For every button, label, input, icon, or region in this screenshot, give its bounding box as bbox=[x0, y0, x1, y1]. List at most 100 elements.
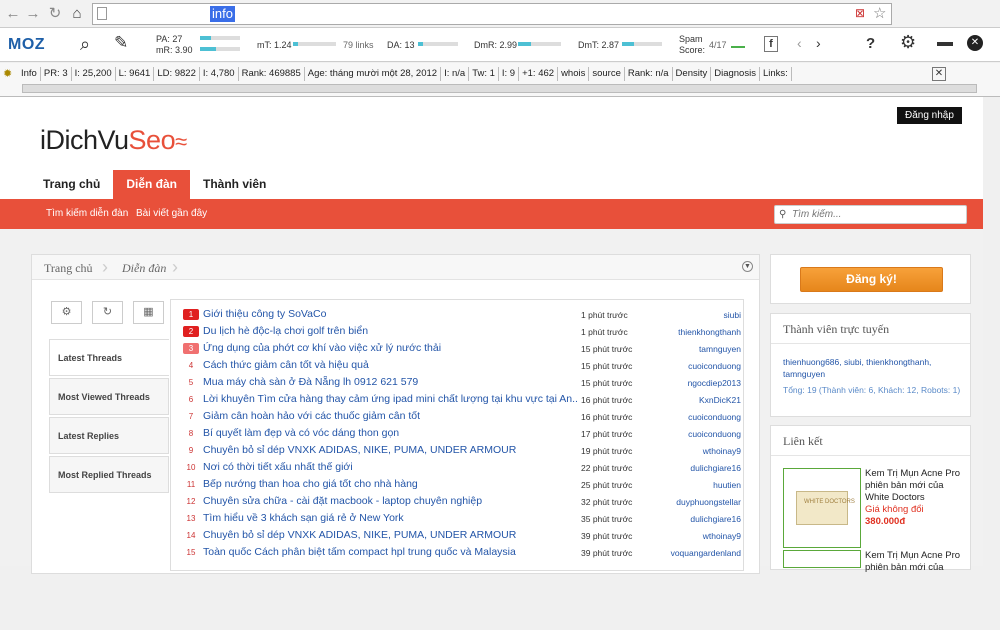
table-row[interactable]: 15 Toàn quốc Cách phân biệt tấm compact h… bbox=[171, 544, 745, 561]
signup-button[interactable]: Đăng ký! bbox=[800, 267, 943, 292]
search-page-icon[interactable]: ⌕ bbox=[80, 34, 90, 55]
address-bar[interactable]: info ⊠ ☆ bbox=[92, 3, 892, 25]
table-row[interactable]: 14 Chuyên bỏ sỉ dép VNXK ADIDAS, NIKE, PU… bbox=[171, 527, 745, 544]
online-users-list[interactable]: thienhuong686, siubi, thienkhongthanh, t… bbox=[783, 356, 963, 380]
seo-item[interactable]: I: n/a bbox=[441, 67, 470, 81]
seo-item[interactable]: PR: 3 bbox=[41, 67, 72, 81]
table-row[interactable]: 11 Bếp nướng than hoa cho giá tốt cho nhà… bbox=[171, 476, 745, 493]
vertical-scrollbar[interactable] bbox=[983, 97, 1000, 566]
ad-acne-pro[interactable]: WHITE DOCTORS Kem Trị Mụn Acne Pro phiên… bbox=[783, 468, 963, 548]
table-row[interactable]: 7 Giảm cân hoàn hảo với các thuốc giảm câ… bbox=[171, 408, 745, 425]
thread-user[interactable]: siubi bbox=[651, 310, 741, 320]
seo-item[interactable]: Info bbox=[18, 67, 41, 81]
thread-user[interactable]: duyphuongstellar bbox=[651, 497, 741, 507]
table-row[interactable]: 5 Mua máy chà sàn ở Đà Nẵng lh 0912 621 5… bbox=[171, 374, 745, 391]
breadcrumb-home[interactable]: Trang chủ bbox=[44, 261, 93, 276]
seo-item[interactable]: Diagnosis bbox=[711, 67, 760, 81]
thread-user[interactable]: voquangardenland bbox=[651, 548, 741, 558]
close-toolbar-icon[interactable]: ✕ bbox=[932, 67, 946, 81]
ad-image[interactable]: WHITE DOCTORS bbox=[783, 468, 861, 548]
facebook-icon[interactable]: f bbox=[764, 36, 778, 52]
seo-item[interactable]: whois bbox=[558, 67, 590, 81]
thread-user[interactable]: wthoinay9 bbox=[651, 531, 741, 541]
seo-item[interactable]: Tw: 1 bbox=[469, 67, 499, 81]
thread-user[interactable]: wthoinay9 bbox=[651, 446, 741, 456]
recent-posts-link[interactable]: Bài viết gần đây bbox=[136, 208, 207, 219]
close-icon[interactable]: ✕ bbox=[967, 35, 983, 51]
thread-user[interactable]: dulichgiare16 bbox=[651, 463, 741, 473]
url-text[interactable]: info bbox=[210, 6, 235, 22]
search-input[interactable] bbox=[792, 209, 962, 220]
seo-item[interactable]: L: 9641 bbox=[116, 67, 155, 81]
minimize-icon[interactable] bbox=[937, 42, 953, 46]
ad-title[interactable]: Kem Trị Mụn Acne Pro phiên bản mới của W… bbox=[865, 468, 965, 504]
table-row[interactable]: 10 Nơi có thời tiết xấu nhất thế giới 22 p… bbox=[171, 459, 745, 476]
ad-acne-pro-2[interactable]: Kem Trị Mụn Acne Pro phiên bản mới của bbox=[783, 550, 963, 630]
thread-title[interactable]: Ứng dụng của phớt cơ khí vào việc xử lý … bbox=[203, 342, 578, 354]
thread-user[interactable]: ngocdiep2013 bbox=[651, 378, 741, 388]
seo-item[interactable]: LD: 9822 bbox=[154, 67, 200, 81]
seo-item[interactable]: source bbox=[589, 67, 625, 81]
table-row[interactable]: 9 Chuyên bỏ sỉ dép VNXK ADIDAS, NIKE, PUM… bbox=[171, 442, 745, 459]
thread-title[interactable]: Bếp nướng than hoa cho giá tốt cho nhà h… bbox=[203, 478, 578, 490]
back-icon[interactable]: ← bbox=[4, 5, 22, 23]
table-row[interactable]: 2 Du lịch hè độc-lạ chơi golf trên biển 1 … bbox=[171, 323, 745, 340]
table-row[interactable]: 4 Cách thức giảm cân tốt và hiệu quả 15 ph… bbox=[171, 357, 745, 374]
seo-item[interactable]: Links: bbox=[760, 67, 792, 81]
tab-most-viewed-threads[interactable]: Most Viewed Threads bbox=[49, 378, 169, 415]
thread-title[interactable]: Lời khuyên Tìm cửa hàng thay cảm ứng ipa… bbox=[203, 393, 578, 405]
tab-latest-threads[interactable]: Latest Threads bbox=[49, 339, 169, 376]
thread-user[interactable]: KxnDicK21 bbox=[651, 395, 741, 405]
sun-icon[interactable]: ✹ bbox=[3, 67, 12, 80]
tab-members[interactable]: Thành viên bbox=[190, 170, 279, 199]
chevron-right-icon[interactable]: › bbox=[816, 35, 821, 51]
thread-title[interactable]: Tìm hiểu về 3 khách sạn giá rẻ ở New Yor… bbox=[203, 512, 578, 524]
table-row[interactable]: 12 Chuyên sửa chữa - cài đặt macbook - la… bbox=[171, 493, 745, 510]
thread-user[interactable]: cuoiconduong bbox=[651, 361, 741, 371]
seo-item[interactable]: Age: tháng mười một 28, 2012 bbox=[305, 67, 442, 81]
table-row[interactable]: 8 Bí quyết làm đẹp và có vóc dáng thon gọ… bbox=[171, 425, 745, 442]
thread-user[interactable]: cuoiconduong bbox=[651, 429, 741, 439]
thread-user[interactable]: tamnguyen bbox=[651, 344, 741, 354]
settings-button[interactable]: ⚙ bbox=[51, 301, 82, 324]
seo-item[interactable]: Density bbox=[673, 67, 712, 81]
search-box[interactable]: ⚲ bbox=[774, 205, 967, 224]
search-forum-link[interactable]: Tìm kiếm diễn đàn bbox=[46, 208, 128, 219]
ad-image[interactable] bbox=[783, 550, 861, 568]
layout-button[interactable]: ▦ bbox=[133, 301, 164, 324]
thread-title[interactable]: Giảm cân hoàn hảo với các thuốc giảm cân… bbox=[203, 410, 578, 422]
thread-title[interactable]: Nơi có thời tiết xấu nhất thế giới bbox=[203, 461, 578, 473]
star-icon[interactable]: ☆ bbox=[873, 4, 886, 22]
thread-title[interactable]: Chuyên bỏ sỉ dép VNXK ADIDAS, NIKE, PUMA… bbox=[203, 444, 578, 456]
seo-item[interactable]: +1: 462 bbox=[519, 67, 559, 81]
breadcrumb-forum[interactable]: Diễn đàn bbox=[122, 261, 166, 276]
chevron-left-icon[interactable]: ‹ bbox=[797, 35, 802, 51]
thread-title[interactable]: Bí quyết làm đẹp và có vóc dáng thon gọn bbox=[203, 427, 578, 439]
clear-cache-icon[interactable]: ⊠ bbox=[855, 6, 865, 20]
tab-forum[interactable]: Diễn đàn bbox=[113, 170, 191, 199]
thread-user[interactable]: cuoiconduong bbox=[651, 412, 741, 422]
thread-title[interactable]: Du lịch hè độc-lạ chơi golf trên biển bbox=[203, 325, 578, 337]
gear-icon[interactable]: ⚙ bbox=[900, 32, 916, 53]
tab-home[interactable]: Trang chủ bbox=[30, 170, 113, 199]
site-logo[interactable]: iDichVuSeo≈ bbox=[40, 125, 187, 156]
help-icon[interactable]: ? bbox=[866, 35, 875, 52]
table-row[interactable]: 13 Tìm hiểu về 3 khách sạn giá rẻ ở New Y… bbox=[171, 510, 745, 527]
collapse-icon[interactable]: ▼ bbox=[742, 261, 753, 272]
table-row[interactable]: 6 Lời khuyên Tìm cửa hàng thay cảm ứng ip… bbox=[171, 391, 745, 408]
refresh-button[interactable]: ↻ bbox=[92, 301, 123, 324]
thread-user[interactable]: thienkhongthanh bbox=[651, 327, 741, 337]
seo-item[interactable]: Rank: n/a bbox=[625, 67, 673, 81]
tab-most-replied-threads[interactable]: Most Replied Threads bbox=[49, 456, 169, 493]
thread-user[interactable]: huutien bbox=[651, 480, 741, 490]
reload-icon[interactable]: ↻ bbox=[46, 5, 64, 23]
thread-title[interactable]: Cách thức giảm cân tốt và hiệu quả bbox=[203, 359, 578, 371]
ad-title[interactable]: Kem Trị Mụn Acne Pro phiên bản mới của bbox=[865, 550, 965, 574]
seo-item[interactable]: I: 25,200 bbox=[72, 67, 116, 81]
horizontal-scrollbar[interactable] bbox=[22, 84, 977, 93]
thread-title[interactable]: Mua máy chà sàn ở Đà Nẵng lh 0912 621 57… bbox=[203, 376, 578, 388]
login-tooltip[interactable]: Đăng nhập bbox=[897, 107, 962, 124]
forward-icon[interactable]: → bbox=[24, 5, 42, 23]
seo-item[interactable]: I: 9 bbox=[499, 67, 520, 81]
tab-latest-replies[interactable]: Latest Replies bbox=[49, 417, 169, 454]
